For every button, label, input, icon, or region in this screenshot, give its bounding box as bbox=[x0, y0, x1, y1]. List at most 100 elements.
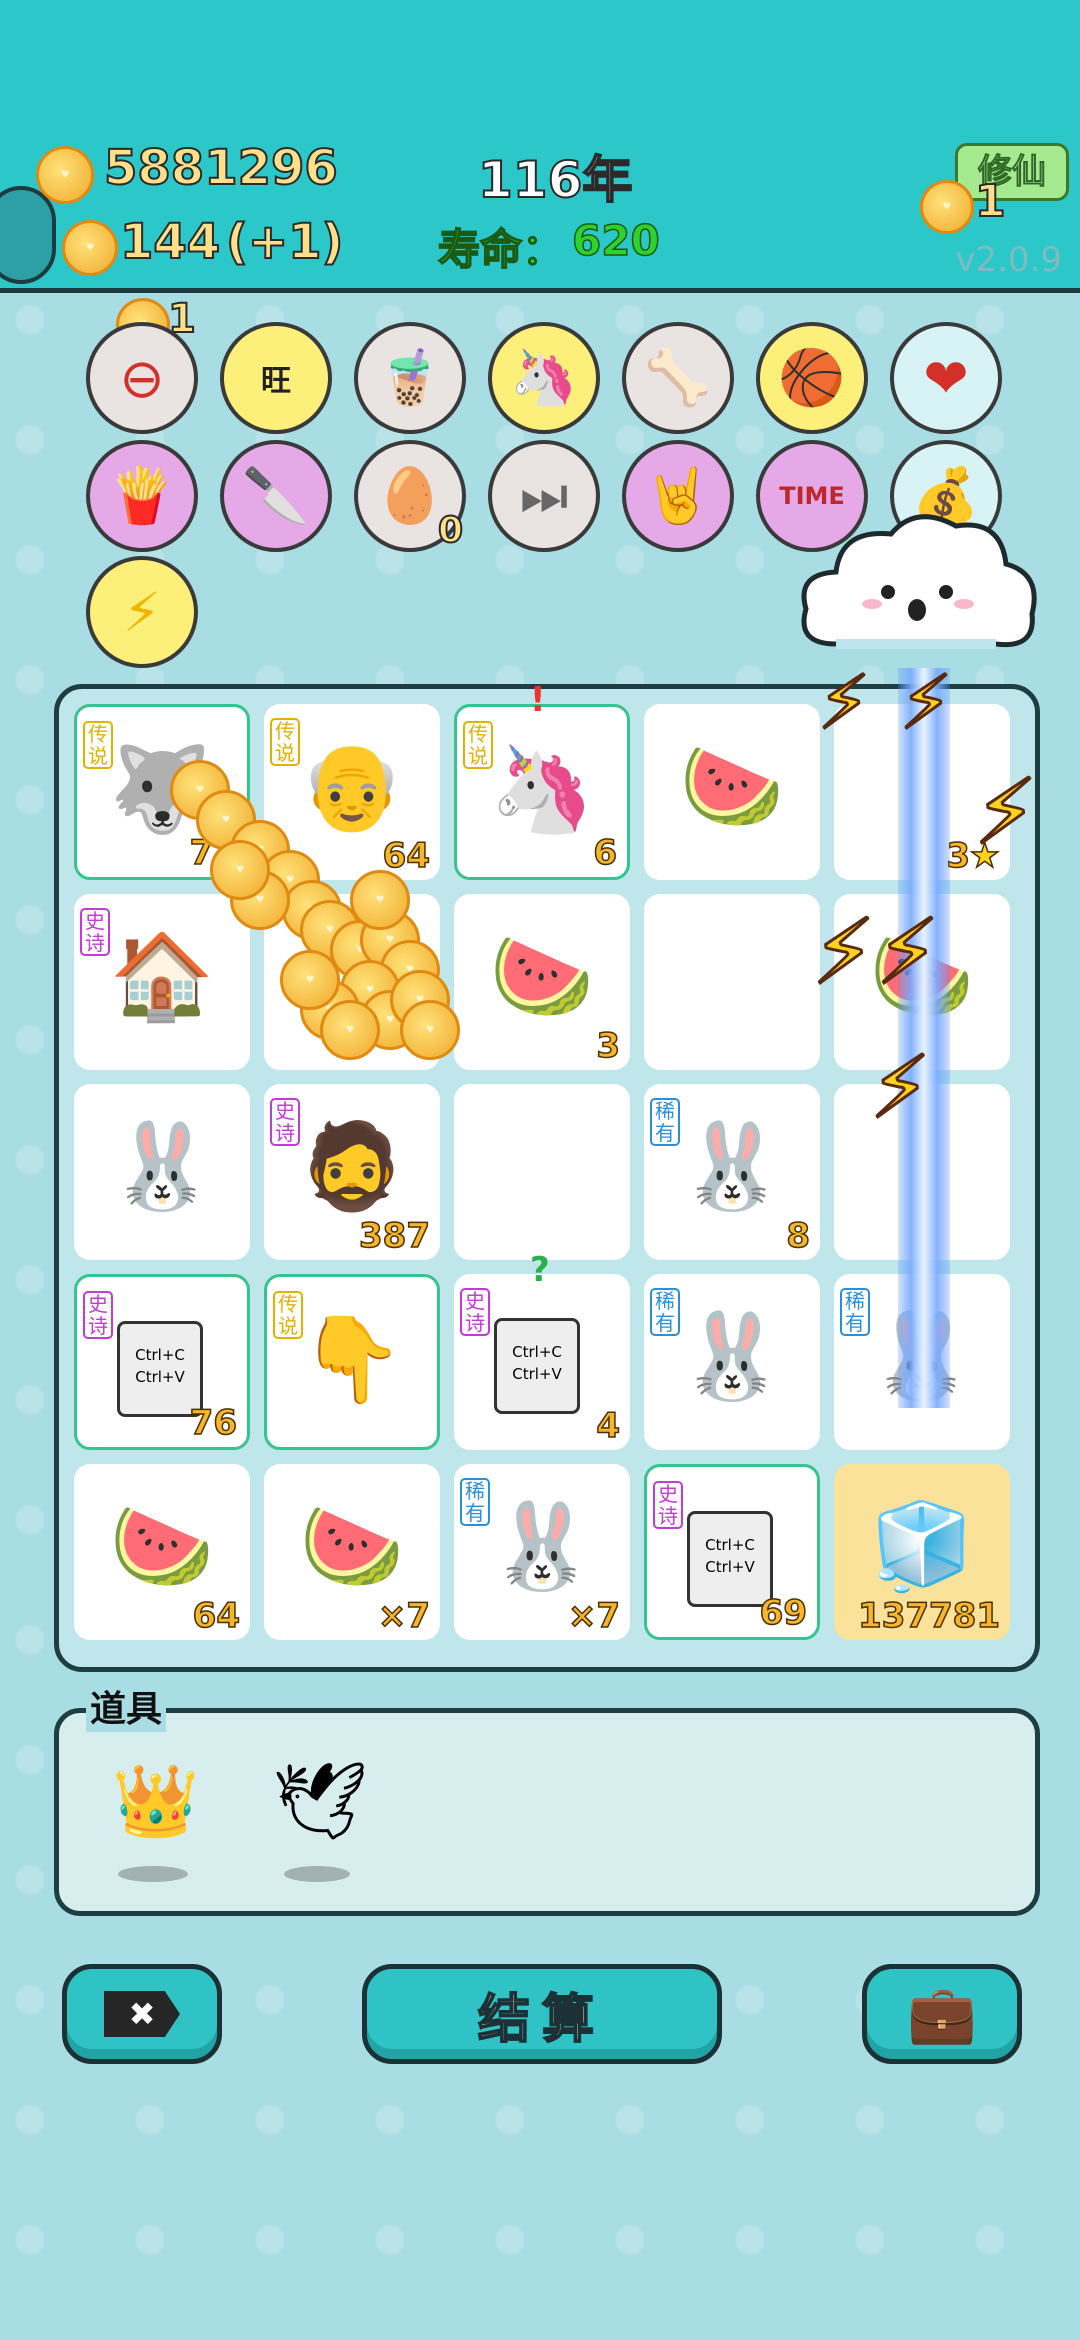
item-count: 64 bbox=[382, 835, 431, 877]
egg-tray-count: 0 bbox=[437, 509, 464, 552]
crown-icon[interactable]: 👑 bbox=[112, 1760, 199, 1843]
board-cell[interactable]: 🦄 传说 6 bbox=[454, 704, 630, 880]
rarity-tag: 稀有 bbox=[840, 1288, 870, 1336]
watermelon-icon: 🍉 bbox=[109, 1497, 215, 1595]
rarity-tag: 稀有 bbox=[650, 1288, 680, 1336]
item-count: ×7 bbox=[567, 1595, 621, 1637]
coin-icon bbox=[210, 840, 270, 900]
board-cell[interactable]: 🍉 bbox=[644, 704, 820, 880]
lifespan-label: 寿命： bbox=[437, 224, 565, 275]
cultivation-mode-button[interactable]: 修仙 bbox=[955, 143, 1069, 201]
rock-hand-icon[interactable]: 🤘 bbox=[622, 440, 734, 552]
alert-mark: ! bbox=[530, 680, 546, 720]
copy-text: Ctrl+C bbox=[705, 1536, 755, 1554]
copy-text: Ctrl+C bbox=[135, 1346, 185, 1364]
board-cell[interactable]: Ctrl+C Ctrl+V 史诗 4 bbox=[454, 1274, 630, 1450]
coin-icon bbox=[350, 870, 410, 930]
rarity-tag: 史诗 bbox=[83, 1291, 113, 1339]
board-cell[interactable]: 🐰 稀有 ×7 bbox=[454, 1464, 630, 1640]
lightning-bolt-icon: ⚡ bbox=[817, 659, 872, 748]
board-cell[interactable]: 👇 传说 bbox=[264, 1274, 440, 1450]
paste-text: Ctrl+V bbox=[135, 1368, 185, 1386]
item-count: 387 bbox=[358, 1215, 430, 1257]
props-panel bbox=[54, 1708, 1040, 1916]
board-cell[interactable] bbox=[454, 1084, 630, 1260]
smiling-cloud-icon bbox=[801, 514, 1037, 649]
rarity-tag: 史诗 bbox=[653, 1481, 683, 1529]
lightning-bolt-icon: ⚡ bbox=[874, 899, 940, 1007]
board-cell[interactable]: 🧔 史诗 387 bbox=[264, 1084, 440, 1260]
rarity-tag: 传说 bbox=[270, 718, 300, 766]
coin-icon bbox=[400, 1000, 460, 1060]
wang-candy-icon[interactable]: 旺 bbox=[220, 322, 332, 434]
gold-coin-icon bbox=[36, 146, 94, 204]
secondary-amount: 144 bbox=[119, 213, 221, 271]
close-icon: ✖ bbox=[104, 1991, 180, 2037]
bubble-tea-icon[interactable]: 🧋 bbox=[354, 322, 466, 434]
coin-icon bbox=[320, 1000, 380, 1060]
rarity-tag: 史诗 bbox=[80, 908, 110, 956]
watermelon-icon: 🍉 bbox=[489, 927, 595, 1025]
coin-icon bbox=[62, 220, 118, 276]
item-count: 3 bbox=[596, 1025, 621, 1067]
board-cell[interactable]: 🏠 史诗 bbox=[74, 894, 250, 1070]
board-cell[interactable]: 🍉 ×7 bbox=[264, 1464, 440, 1640]
gold-amount: 5881296 bbox=[103, 139, 339, 197]
no-entry-icon[interactable]: ⊖ bbox=[86, 322, 198, 434]
lightning-bolt-icon: ⚡ bbox=[972, 759, 1038, 867]
board-cell[interactable]: Ctrl+C Ctrl+V 史诗 76 bbox=[74, 1274, 250, 1450]
item-count: ×7 bbox=[377, 1595, 431, 1637]
item-count: 76 bbox=[189, 1402, 238, 1444]
settle-button[interactable]: 结算 bbox=[362, 1964, 722, 2064]
board-cell[interactable]: 🐰 稀有 8 bbox=[644, 1084, 820, 1260]
bird-shadow bbox=[284, 1866, 350, 1882]
unicorn-icon[interactable]: 🦄 bbox=[488, 322, 600, 434]
year-label: 116年 bbox=[477, 150, 633, 210]
board-cell[interactable]: 🐰 bbox=[74, 1084, 250, 1260]
close-button[interactable]: ✖ bbox=[62, 1964, 222, 2064]
rabbit-icon: 🐰 bbox=[109, 1117, 215, 1215]
board-cell[interactable] bbox=[644, 894, 820, 1070]
copy-paste-icon: Ctrl+C Ctrl+V bbox=[494, 1305, 603, 1414]
item-count: 69 bbox=[759, 1592, 808, 1634]
item-count: 4 bbox=[596, 1405, 621, 1447]
version-label: v2.0.9 bbox=[955, 240, 1062, 280]
basketballs-icon[interactable]: 🏀 bbox=[756, 322, 868, 434]
copy-text: Ctrl+C bbox=[512, 1343, 562, 1361]
bag-button[interactable]: 💼 bbox=[862, 1964, 1022, 2064]
lightning-bolt-icon: ⚡ bbox=[899, 659, 954, 748]
side-menu-handle[interactable] bbox=[0, 186, 56, 284]
fries-icon[interactable]: 🍟 bbox=[86, 440, 198, 552]
wang-text: 旺 bbox=[261, 364, 291, 399]
skip-icon[interactable]: ⏭ bbox=[488, 440, 600, 552]
refrigerator-icon: 🧊 bbox=[869, 1497, 975, 1595]
props-label: 道具 bbox=[86, 1680, 167, 1732]
lightning-icon[interactable]: ⚡ bbox=[86, 556, 198, 668]
cleaver-icon[interactable]: 🔪 bbox=[220, 440, 332, 552]
item-count: 64 bbox=[192, 1595, 241, 1637]
paste-text: Ctrl+V bbox=[705, 1558, 755, 1576]
white-bird-icon[interactable]: 🕊 bbox=[272, 1756, 368, 1846]
lightning-bolt-icon: ⚡ bbox=[810, 899, 876, 1007]
blood-bag-icon[interactable]: ❤ bbox=[890, 322, 1002, 434]
board-cell[interactable]: 🧊 137781 bbox=[834, 1464, 1010, 1640]
paste-text: Ctrl+V bbox=[512, 1365, 562, 1383]
item-count: 8 bbox=[786, 1215, 811, 1257]
question-mark: ? bbox=[530, 1250, 550, 1290]
rarity-tag: 传说 bbox=[83, 721, 113, 769]
watermelon-icon: 🍉 bbox=[299, 1497, 405, 1595]
watermelon-icon: 🍉 bbox=[679, 737, 785, 835]
rarity-tag: 传说 bbox=[273, 1291, 303, 1339]
board-cell[interactable]: 🐰稀有 bbox=[644, 1274, 820, 1450]
crown-shadow bbox=[118, 1866, 188, 1882]
board-cell[interactable]: 🍉 64 bbox=[74, 1464, 250, 1640]
board-cell[interactable]: 🍉 3 bbox=[454, 894, 630, 1070]
rarity-tag: 传说 bbox=[463, 721, 493, 769]
rarity-tag: 稀有 bbox=[460, 1478, 490, 1526]
dog-bowl-icon[interactable]: 🦴 bbox=[622, 322, 734, 434]
board-cell[interactable]: Ctrl+C Ctrl+V 史诗 69 bbox=[644, 1464, 820, 1640]
rarity-tag: 史诗 bbox=[270, 1098, 300, 1146]
coin-count-right: 1 bbox=[974, 175, 1007, 228]
rarity-tag: 史诗 bbox=[460, 1288, 490, 1336]
item-count: 6 bbox=[593, 832, 618, 874]
